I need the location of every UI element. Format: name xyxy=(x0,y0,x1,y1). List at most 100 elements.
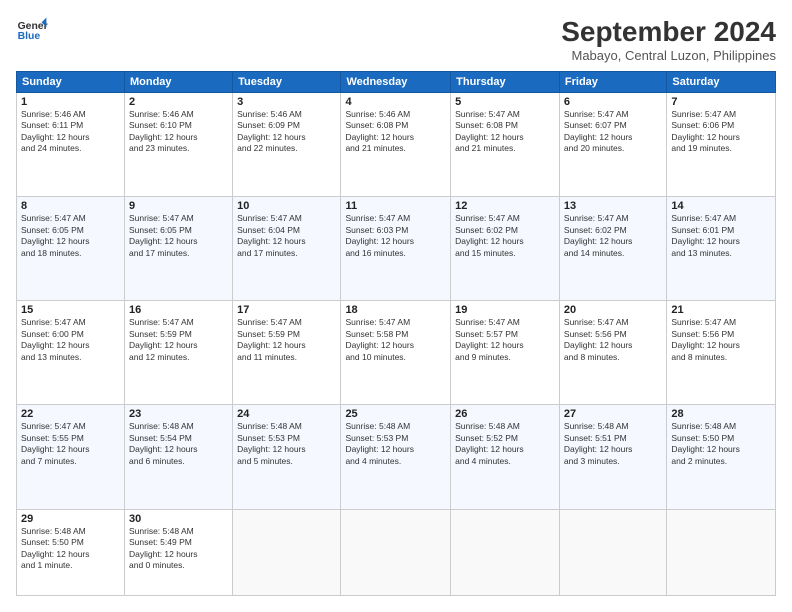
day-number: 6 xyxy=(564,96,662,108)
day-number: 12 xyxy=(455,200,555,212)
day-number: 21 xyxy=(671,304,771,316)
day-info: Sunrise: 5:47 AM Sunset: 5:59 PM Dayligh… xyxy=(237,317,336,363)
calendar-cell: 14Sunrise: 5:47 AM Sunset: 6:01 PM Dayli… xyxy=(667,197,776,301)
calendar-cell: 3Sunrise: 5:46 AM Sunset: 6:09 PM Daylig… xyxy=(233,93,341,197)
day-number: 22 xyxy=(21,408,120,420)
calendar-cell: 26Sunrise: 5:48 AM Sunset: 5:52 PM Dayli… xyxy=(451,405,560,509)
calendar-cell: 25Sunrise: 5:48 AM Sunset: 5:53 PM Dayli… xyxy=(341,405,451,509)
week-row-2: 8Sunrise: 5:47 AM Sunset: 6:05 PM Daylig… xyxy=(17,197,776,301)
month-title: September 2024 xyxy=(561,16,776,48)
calendar-cell xyxy=(559,509,666,595)
calendar-header-row: Sunday Monday Tuesday Wednesday Thursday… xyxy=(17,72,776,93)
day-info: Sunrise: 5:47 AM Sunset: 6:05 PM Dayligh… xyxy=(129,213,228,259)
day-info: Sunrise: 5:48 AM Sunset: 5:49 PM Dayligh… xyxy=(129,526,228,572)
location: Mabayo, Central Luzon, Philippines xyxy=(561,48,776,63)
calendar-cell: 1Sunrise: 5:46 AM Sunset: 6:11 PM Daylig… xyxy=(17,93,125,197)
day-number: 8 xyxy=(21,200,120,212)
day-info: Sunrise: 5:47 AM Sunset: 5:56 PM Dayligh… xyxy=(671,317,771,363)
day-info: Sunrise: 5:46 AM Sunset: 6:09 PM Dayligh… xyxy=(237,109,336,155)
day-info: Sunrise: 5:48 AM Sunset: 5:53 PM Dayligh… xyxy=(237,421,336,467)
day-info: Sunrise: 5:48 AM Sunset: 5:53 PM Dayligh… xyxy=(345,421,446,467)
calendar-cell: 27Sunrise: 5:48 AM Sunset: 5:51 PM Dayli… xyxy=(559,405,666,509)
calendar-cell: 17Sunrise: 5:47 AM Sunset: 5:59 PM Dayli… xyxy=(233,301,341,405)
col-saturday: Saturday xyxy=(667,72,776,93)
day-info: Sunrise: 5:46 AM Sunset: 6:08 PM Dayligh… xyxy=(345,109,446,155)
day-info: Sunrise: 5:47 AM Sunset: 5:59 PM Dayligh… xyxy=(129,317,228,363)
day-number: 5 xyxy=(455,96,555,108)
week-row-1: 1Sunrise: 5:46 AM Sunset: 6:11 PM Daylig… xyxy=(17,93,776,197)
day-info: Sunrise: 5:47 AM Sunset: 5:56 PM Dayligh… xyxy=(564,317,662,363)
calendar-cell: 4Sunrise: 5:46 AM Sunset: 6:08 PM Daylig… xyxy=(341,93,451,197)
col-thursday: Thursday xyxy=(451,72,560,93)
col-sunday: Sunday xyxy=(17,72,125,93)
col-monday: Monday xyxy=(124,72,232,93)
calendar-cell: 10Sunrise: 5:47 AM Sunset: 6:04 PM Dayli… xyxy=(233,197,341,301)
day-info: Sunrise: 5:47 AM Sunset: 5:57 PM Dayligh… xyxy=(455,317,555,363)
calendar-cell: 24Sunrise: 5:48 AM Sunset: 5:53 PM Dayli… xyxy=(233,405,341,509)
calendar-cell: 7Sunrise: 5:47 AM Sunset: 6:06 PM Daylig… xyxy=(667,93,776,197)
header: General Blue September 2024 Mabayo, Cent… xyxy=(16,16,776,63)
logo: General Blue xyxy=(16,16,48,44)
calendar-cell: 29Sunrise: 5:48 AM Sunset: 5:50 PM Dayli… xyxy=(17,509,125,595)
page: General Blue September 2024 Mabayo, Cent… xyxy=(0,0,792,612)
logo-icon: General Blue xyxy=(16,16,48,44)
day-info: Sunrise: 5:48 AM Sunset: 5:51 PM Dayligh… xyxy=(564,421,662,467)
day-number: 9 xyxy=(129,200,228,212)
day-info: Sunrise: 5:47 AM Sunset: 6:02 PM Dayligh… xyxy=(564,213,662,259)
day-number: 14 xyxy=(671,200,771,212)
day-info: Sunrise: 5:47 AM Sunset: 6:05 PM Dayligh… xyxy=(21,213,120,259)
col-friday: Friday xyxy=(559,72,666,93)
week-row-3: 15Sunrise: 5:47 AM Sunset: 6:00 PM Dayli… xyxy=(17,301,776,405)
day-number: 4 xyxy=(345,96,446,108)
day-info: Sunrise: 5:47 AM Sunset: 6:03 PM Dayligh… xyxy=(345,213,446,259)
day-info: Sunrise: 5:47 AM Sunset: 6:04 PM Dayligh… xyxy=(237,213,336,259)
day-info: Sunrise: 5:47 AM Sunset: 6:06 PM Dayligh… xyxy=(671,109,771,155)
day-info: Sunrise: 5:47 AM Sunset: 6:00 PM Dayligh… xyxy=(21,317,120,363)
calendar-cell: 22Sunrise: 5:47 AM Sunset: 5:55 PM Dayli… xyxy=(17,405,125,509)
week-row-5: 29Sunrise: 5:48 AM Sunset: 5:50 PM Dayli… xyxy=(17,509,776,595)
day-number: 27 xyxy=(564,408,662,420)
calendar-cell: 20Sunrise: 5:47 AM Sunset: 5:56 PM Dayli… xyxy=(559,301,666,405)
day-number: 7 xyxy=(671,96,771,108)
day-info: Sunrise: 5:48 AM Sunset: 5:54 PM Dayligh… xyxy=(129,421,228,467)
day-info: Sunrise: 5:47 AM Sunset: 6:01 PM Dayligh… xyxy=(671,213,771,259)
day-number: 3 xyxy=(237,96,336,108)
day-number: 20 xyxy=(564,304,662,316)
day-number: 24 xyxy=(237,408,336,420)
calendar-cell xyxy=(451,509,560,595)
day-number: 23 xyxy=(129,408,228,420)
day-info: Sunrise: 5:48 AM Sunset: 5:50 PM Dayligh… xyxy=(671,421,771,467)
day-info: Sunrise: 5:47 AM Sunset: 5:55 PM Dayligh… xyxy=(21,421,120,467)
calendar-cell: 2Sunrise: 5:46 AM Sunset: 6:10 PM Daylig… xyxy=(124,93,232,197)
day-number: 29 xyxy=(21,513,120,525)
day-number: 1 xyxy=(21,96,120,108)
day-number: 16 xyxy=(129,304,228,316)
calendar-cell: 11Sunrise: 5:47 AM Sunset: 6:03 PM Dayli… xyxy=(341,197,451,301)
day-number: 30 xyxy=(129,513,228,525)
day-info: Sunrise: 5:48 AM Sunset: 5:52 PM Dayligh… xyxy=(455,421,555,467)
calendar-cell: 9Sunrise: 5:47 AM Sunset: 6:05 PM Daylig… xyxy=(124,197,232,301)
day-info: Sunrise: 5:47 AM Sunset: 6:07 PM Dayligh… xyxy=(564,109,662,155)
calendar-cell: 13Sunrise: 5:47 AM Sunset: 6:02 PM Dayli… xyxy=(559,197,666,301)
day-number: 17 xyxy=(237,304,336,316)
day-number: 25 xyxy=(345,408,446,420)
calendar-cell xyxy=(233,509,341,595)
calendar-cell: 8Sunrise: 5:47 AM Sunset: 6:05 PM Daylig… xyxy=(17,197,125,301)
calendar-table: Sunday Monday Tuesday Wednesday Thursday… xyxy=(16,71,776,596)
day-number: 26 xyxy=(455,408,555,420)
col-wednesday: Wednesday xyxy=(341,72,451,93)
calendar-cell: 30Sunrise: 5:48 AM Sunset: 5:49 PM Dayli… xyxy=(124,509,232,595)
day-number: 2 xyxy=(129,96,228,108)
day-info: Sunrise: 5:48 AM Sunset: 5:50 PM Dayligh… xyxy=(21,526,120,572)
day-number: 18 xyxy=(345,304,446,316)
calendar-cell: 12Sunrise: 5:47 AM Sunset: 6:02 PM Dayli… xyxy=(451,197,560,301)
day-number: 28 xyxy=(671,408,771,420)
day-info: Sunrise: 5:47 AM Sunset: 6:02 PM Dayligh… xyxy=(455,213,555,259)
calendar-cell: 16Sunrise: 5:47 AM Sunset: 5:59 PM Dayli… xyxy=(124,301,232,405)
calendar-cell xyxy=(341,509,451,595)
calendar-cell: 28Sunrise: 5:48 AM Sunset: 5:50 PM Dayli… xyxy=(667,405,776,509)
calendar-cell: 21Sunrise: 5:47 AM Sunset: 5:56 PM Dayli… xyxy=(667,301,776,405)
calendar-cell: 19Sunrise: 5:47 AM Sunset: 5:57 PM Dayli… xyxy=(451,301,560,405)
day-number: 19 xyxy=(455,304,555,316)
day-info: Sunrise: 5:46 AM Sunset: 6:11 PM Dayligh… xyxy=(21,109,120,155)
